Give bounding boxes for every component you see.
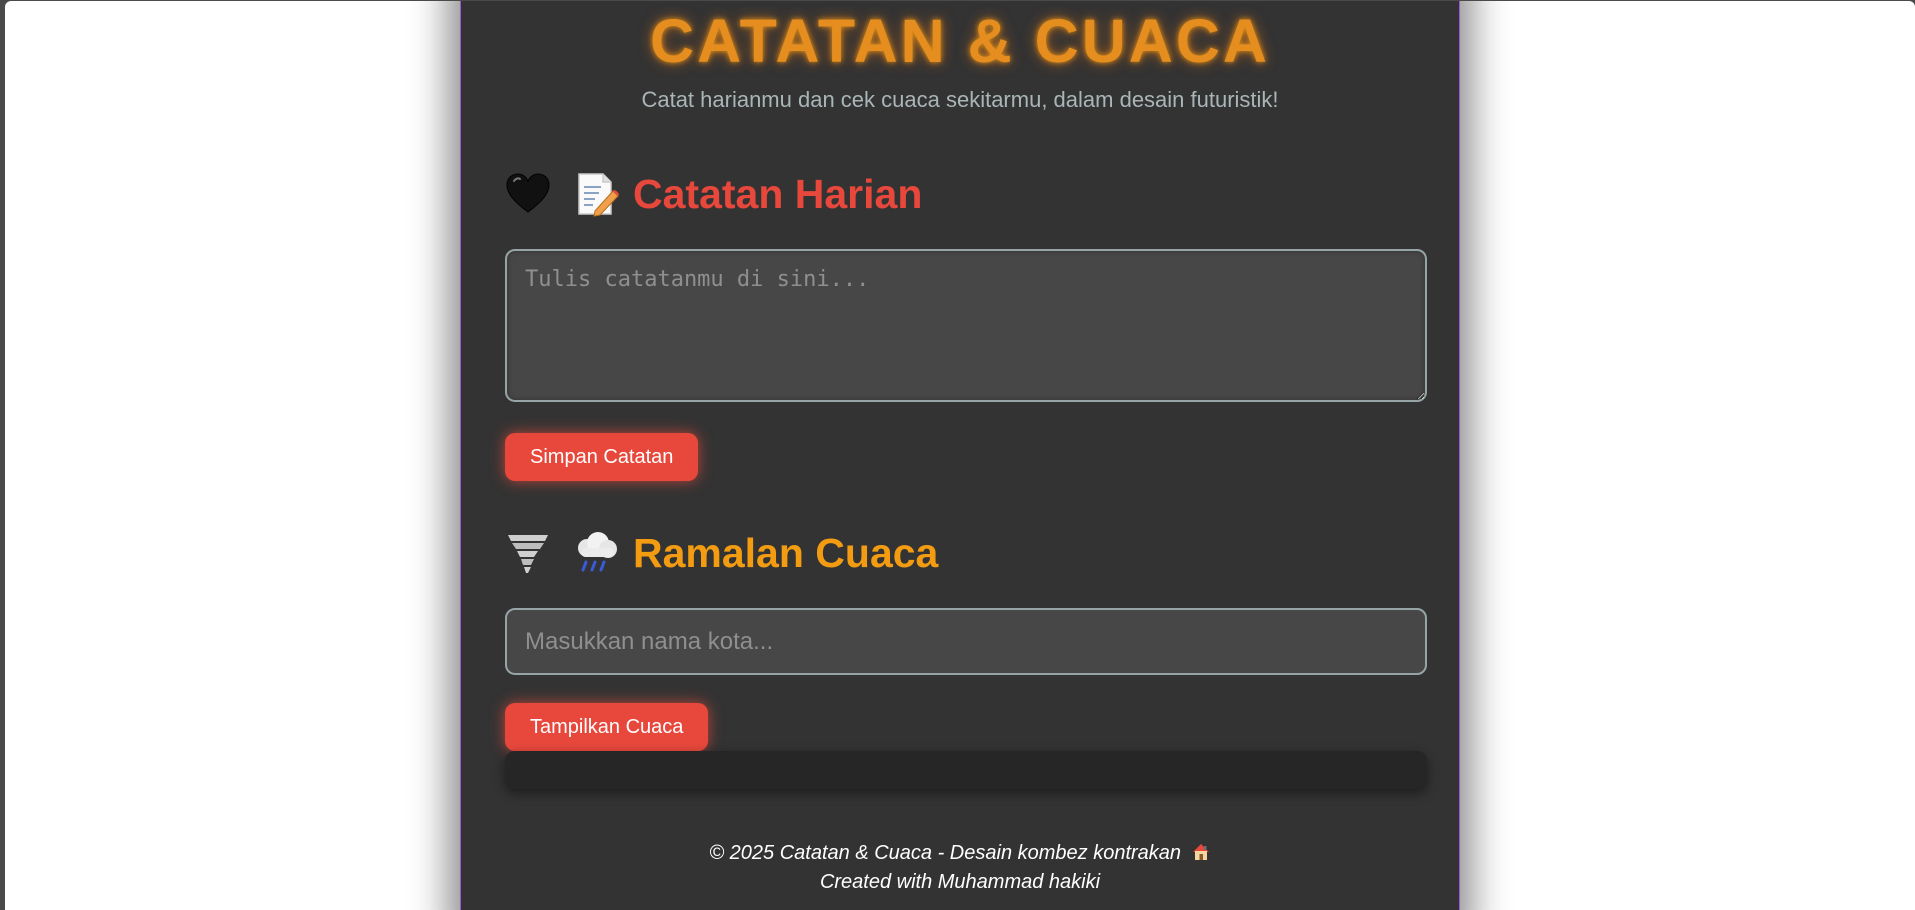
notes-heading-text: Catatan Harian <box>633 171 923 217</box>
show-weather-button[interactable]: Tampilkan Cuaca <box>505 703 709 751</box>
weather-result-panel <box>505 751 1427 789</box>
footer: © 2025 Catatan & Cuaca - Desain kombez k… <box>461 839 1459 897</box>
weather-heading-text: Ramalan Cuaca <box>633 530 939 576</box>
memo-icon <box>573 171 619 217</box>
black-heart-icon <box>505 171 551 217</box>
footer-credit: Created with Muhammad hakiki <box>819 871 1101 893</box>
browser-viewport: CATATAN & CUACA Catat harianmu dan cek c… <box>5 1 1915 910</box>
house-icon <box>1191 842 1211 862</box>
notes-section-heading: Catatan Harian <box>505 169 922 219</box>
city-input[interactable] <box>505 608 1427 675</box>
page-title: CATATAN & CUACA <box>650 7 1270 75</box>
app-container: CATATAN & CUACA Catat harianmu dan cek c… <box>460 1 1460 910</box>
footer-copyright-line: © 2025 Catatan & Cuaca - Desain kombez k… <box>461 839 1459 868</box>
tornado-icon <box>505 530 551 576</box>
cloud-rain-icon <box>573 530 619 576</box>
save-note-button[interactable]: Simpan Catatan <box>505 433 699 481</box>
page-subtitle: Catat harianmu dan cek cuaca sekitarmu, … <box>641 87 1279 112</box>
weather-section-heading: Ramalan Cuaca <box>505 528 938 578</box>
footer-copyright-text: © 2025 Catatan & Cuaca - Desain kombez k… <box>709 842 1182 864</box>
notes-textarea[interactable] <box>505 249 1427 402</box>
